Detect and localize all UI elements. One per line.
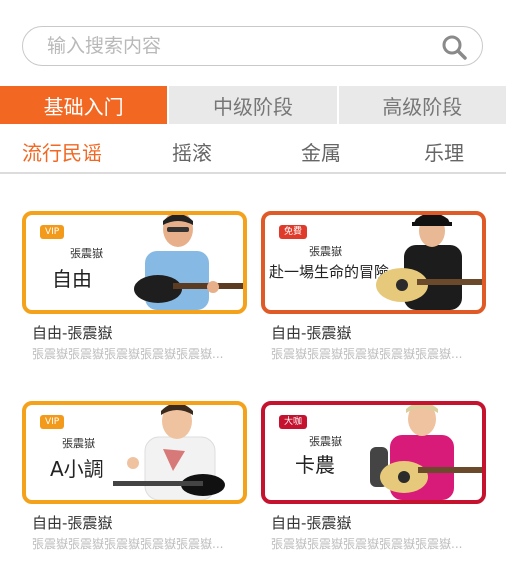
tab-pop-folk[interactable]: 流行民谣 [22, 137, 102, 166]
master-badge: 大咖 [279, 415, 308, 429]
course-card[interactable]: VIP 張震嶽 自由 自由-張震嶽 張震嶽張震嶽張震嶽張震嶽張震嶽... [22, 211, 247, 362]
level-tabs: 基础入门 中级阶段 高级阶段 [0, 86, 506, 124]
guitarist-image [134, 215, 243, 310]
course-thumbnail[interactable]: VIP 張震嶽 A小調 [22, 401, 247, 504]
course-thumbnail[interactable]: 免費 張震嶽 赴一場生命的冒險 [261, 211, 486, 314]
thumbnail-song: 卡農 [295, 453, 335, 477]
tab-music-theory[interactable]: 乐理 [424, 137, 464, 166]
guitarist-image [370, 405, 482, 500]
search-icon[interactable] [440, 33, 468, 61]
free-badge: 免費 [279, 225, 308, 239]
guitarist-image [376, 215, 482, 310]
thumbnail-song: 自由 [52, 267, 92, 291]
search-bar[interactable] [22, 26, 483, 66]
card-title[interactable]: 自由-張震嶽 [22, 322, 247, 343]
guitarist-image [113, 405, 225, 500]
course-thumbnail[interactable]: VIP 張震嶽 自由 [22, 211, 247, 314]
tab-metal[interactable]: 金属 [301, 137, 341, 166]
course-card[interactable]: VIP 張震嶽 A小調 自由-張震嶽 張震嶽張震嶽張震嶽張震嶽張震嶽... [22, 401, 247, 552]
tab-rock[interactable]: 摇滚 [172, 137, 212, 166]
card-title[interactable]: 自由-張震嶽 [22, 512, 247, 533]
search-input[interactable] [47, 33, 427, 59]
vip-badge: VIP [40, 225, 65, 239]
course-card[interactable]: 免費 張震嶽 赴一場生命的冒險 自由-張震嶽 張震嶽張震嶽張震嶽張震嶽張震嶽..… [261, 211, 486, 362]
card-title[interactable]: 自由-張震嶽 [261, 322, 486, 343]
card-subtitle: 張震嶽張震嶽張震嶽張震嶽張震嶽... [32, 537, 224, 551]
vip-badge: VIP [40, 415, 65, 429]
card-subtitle: 張震嶽張震嶽張震嶽張震嶽張震嶽... [271, 347, 463, 361]
course-card[interactable]: 大咖 張震嶽 卡農 自由-張震嶽 張震嶽張震嶽張震嶽張震嶽張震嶽... [261, 401, 486, 552]
tab-basic[interactable]: 基础入门 [0, 86, 168, 124]
thumbnail-teacher: 張震嶽 [62, 437, 95, 450]
card-subtitle: 張震嶽張震嶽張震嶽張震嶽張震嶽... [32, 347, 224, 361]
tab-intermediate[interactable]: 中级阶段 [167, 86, 337, 124]
course-thumbnail[interactable]: 大咖 張震嶽 卡農 [261, 401, 486, 504]
card-subtitle: 張震嶽張震嶽張震嶽張震嶽張震嶽... [271, 537, 463, 551]
category-tabs: 流行民谣 摇滚 金属 乐理 [0, 124, 506, 174]
tab-advanced[interactable]: 高级阶段 [336, 86, 506, 124]
card-title[interactable]: 自由-張震嶽 [261, 512, 486, 533]
